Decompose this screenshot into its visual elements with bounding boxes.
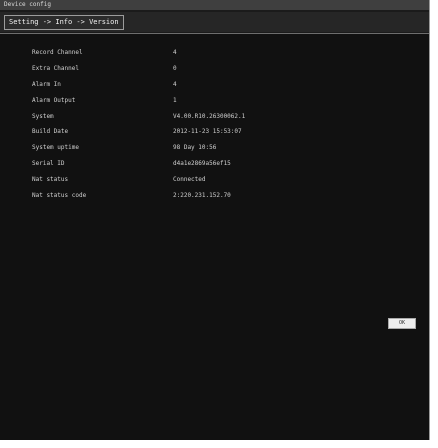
info-row-system: System V4.00.R10.26300062.1 — [0, 112, 429, 128]
breadcrumb-bar: Setting -> Info -> Version — [0, 12, 429, 32]
info-row-alarm-output: Alarm Output 1 — [0, 96, 429, 112]
info-row-system-uptime: System uptime 98 Day 10:56 — [0, 143, 429, 159]
info-label: System uptime — [32, 144, 79, 152]
info-value: 2012-11-23 15:53:07 — [173, 128, 242, 136]
breadcrumb: Setting -> Info -> Version — [4, 15, 124, 30]
info-value: Connected — [173, 176, 206, 184]
info-row-serial-id: Serial ID d4a1e2869a56ef15 — [0, 159, 429, 175]
info-label: Extra Channel — [32, 64, 79, 72]
info-row-build-date: Build Date 2012-11-23 15:53:07 — [0, 127, 429, 143]
ok-button[interactable]: OK — [388, 318, 416, 329]
info-row-alarm-in: Alarm In 4 — [0, 80, 429, 96]
window-title: Device config — [0, 0, 429, 10]
info-value: 0 — [173, 64, 177, 72]
info-panel: Record Channel 4 Extra Channel 0 Alarm I… — [0, 34, 429, 440]
info-value: d4a1e2869a56ef15 — [173, 160, 231, 168]
info-row-nat-status: Nat status Connected — [0, 175, 429, 191]
info-value: 1 — [173, 96, 177, 104]
info-label: Build Date — [32, 128, 69, 136]
info-value: 4 — [173, 49, 177, 56]
window-shadow-bottom — [6, 440, 438, 448]
info-value: V4.00.R10.26300062.1 — [173, 112, 246, 120]
info-label: Record Channel — [32, 49, 83, 56]
info-row-extra-channel: Extra Channel 0 — [0, 64, 429, 80]
info-label: Nat status — [32, 176, 69, 184]
device-config-window: Device config Setting -> Info -> Version… — [0, 0, 430, 440]
info-value: 2:220.231.152.70 — [173, 192, 231, 200]
info-row-record-channel: Record Channel 4 — [0, 48, 429, 64]
info-value: 98 Day 10:56 — [173, 144, 217, 152]
info-row-nat-status-code: Nat status code 2:220.231.152.70 — [0, 191, 429, 207]
info-value: 4 — [173, 80, 177, 88]
info-label: System — [32, 112, 54, 120]
info-label: Nat status code — [32, 192, 87, 200]
window-shadow-right — [430, 6, 438, 448]
info-label: Serial ID — [32, 160, 65, 168]
info-label: Alarm In — [32, 80, 61, 88]
info-list: Record Channel 4 Extra Channel 0 Alarm I… — [0, 48, 429, 207]
info-label: Alarm Output — [32, 96, 76, 104]
